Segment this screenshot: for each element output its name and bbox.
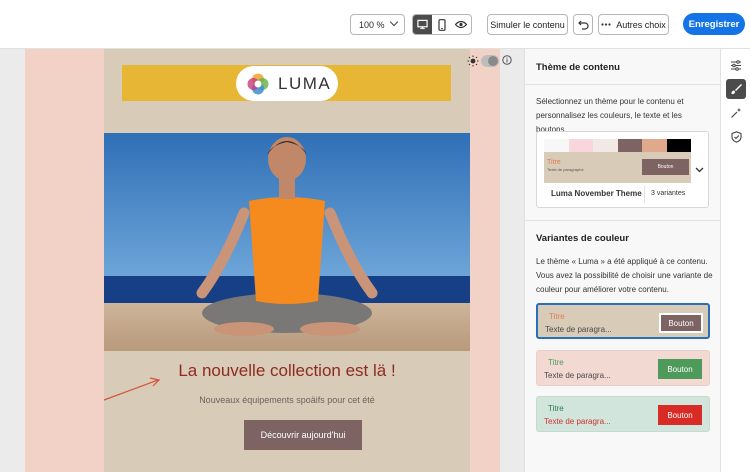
desktop-view-button[interactable] — [413, 15, 433, 34]
zoom-select[interactable]: 100 % — [350, 14, 405, 35]
theme-toggle[interactable] — [466, 54, 499, 68]
chevron-down-icon — [389, 17, 399, 27]
more-label: Autres choix — [616, 19, 666, 30]
top-toolbar: 100 % Simuler le contenu Autres choix En… — [0, 0, 750, 49]
content-theme-panel: Thème de contenu Sélectionnez un thème p… — [524, 49, 721, 472]
color-variant-2[interactable]: Titre Texte de paragra... Bouton — [536, 350, 710, 386]
more-icon — [601, 23, 611, 26]
theme-name: Luma November Theme — [551, 189, 642, 198]
preview-title: Titre — [547, 159, 561, 166]
swatch — [642, 139, 667, 152]
yoga-photo — [104, 133, 470, 351]
divider — [525, 220, 721, 221]
theme-rail-button[interactable] — [726, 79, 746, 99]
logo-text: LUMA — [278, 73, 332, 93]
preview-button-label: Bouton — [657, 164, 674, 170]
more-options-button[interactable]: Autres choix — [598, 14, 669, 35]
variant-button-label: Bouton — [667, 410, 693, 420]
save-label: Enregistrer — [688, 18, 740, 30]
variants-count: 3 variantes — [651, 190, 686, 197]
variants-title: Variantes de couleur — [536, 233, 629, 244]
settings-rail-button[interactable] — [726, 55, 746, 75]
magic-wand-icon — [731, 108, 741, 118]
cta-label: Découvrir aujourd'hui — [260, 430, 346, 440]
variant-button-label: Bouton — [668, 318, 694, 328]
mobile-icon — [438, 18, 446, 31]
luma-logo: LUMA — [236, 66, 338, 101]
logo-banner[interactable]: LUMA — [122, 65, 451, 101]
email-canvas: LUMA La nouvelle collection est lä ! Nou… — [0, 49, 524, 472]
email-background: LUMA La nouvelle collection est lä ! Nou… — [25, 49, 500, 472]
desktop-icon — [417, 19, 428, 30]
undo-button[interactable] — [573, 14, 593, 35]
view-mode-group — [412, 14, 472, 35]
swatch — [568, 139, 593, 152]
variants-description: Le thème « Luma » a été appliqué à ce co… — [536, 257, 713, 294]
theme-card[interactable]: Titre Texte de paragraphe Bouton Luma No… — [536, 131, 709, 208]
right-rail — [720, 49, 750, 472]
simulate-content-button[interactable]: Simuler le contenu — [487, 14, 568, 35]
variant-paragraph: Texte de paragra... — [544, 371, 611, 380]
variant-title: Titre — [548, 404, 564, 413]
save-button[interactable]: Enregistrer — [683, 13, 745, 35]
undo-icon — [577, 20, 589, 30]
accessibility-rail-button[interactable] — [726, 127, 746, 147]
eye-icon — [455, 20, 468, 29]
divider — [525, 84, 721, 85]
preview-button: Bouton — [642, 159, 689, 175]
luma-logo-icon — [247, 73, 269, 94]
variant-paragraph: Texte de paragra... — [544, 417, 611, 426]
sun-icon — [467, 55, 479, 67]
magic-rail-button[interactable] — [726, 103, 746, 123]
variant-title: Titre — [549, 312, 565, 321]
zoom-value: 100 % — [359, 19, 385, 30]
swatch — [593, 139, 618, 152]
variant-title: Titre — [548, 358, 564, 367]
toggle-switch[interactable] — [481, 55, 499, 67]
sliders-icon — [731, 59, 741, 71]
mobile-view-button[interactable] — [432, 15, 451, 34]
variant-button: Bouton — [658, 359, 702, 379]
simulate-label: Simuler le contenu — [490, 19, 565, 30]
preview-button[interactable] — [452, 15, 471, 34]
variant-button-label: Bouton — [667, 364, 693, 374]
variant-paragraph: Texte de paragra... — [545, 325, 612, 334]
info-icon[interactable] — [502, 55, 512, 65]
cta-button[interactable]: Découvrir aujourd'hui — [244, 420, 362, 450]
theme-swatches — [544, 139, 691, 152]
color-variant-3[interactable]: Titre Texte de paragra... Bouton — [536, 396, 710, 432]
theme-preview: Titre Texte de paragraphe Bouton — [544, 152, 691, 183]
swatch — [666, 139, 691, 152]
email-body[interactable]: LUMA La nouvelle collection est lä ! Nou… — [104, 49, 470, 472]
shield-icon — [730, 131, 742, 143]
paint-brush-icon — [731, 84, 742, 95]
card-divider — [644, 186, 645, 203]
annotation-arrow — [103, 377, 161, 401]
swatch — [617, 139, 642, 152]
variant-button: Bouton — [658, 405, 702, 425]
panel-title: Thème de contenu — [536, 62, 620, 73]
swatch — [544, 139, 569, 152]
preview-text: Texte de paragraphe — [547, 167, 584, 172]
variant-button: Bouton — [659, 313, 703, 333]
color-variant-1[interactable]: Titre Texte de paragra... Bouton — [536, 303, 710, 339]
chevron-down-icon[interactable] — [695, 167, 704, 173]
hero-image[interactable] — [104, 133, 470, 351]
